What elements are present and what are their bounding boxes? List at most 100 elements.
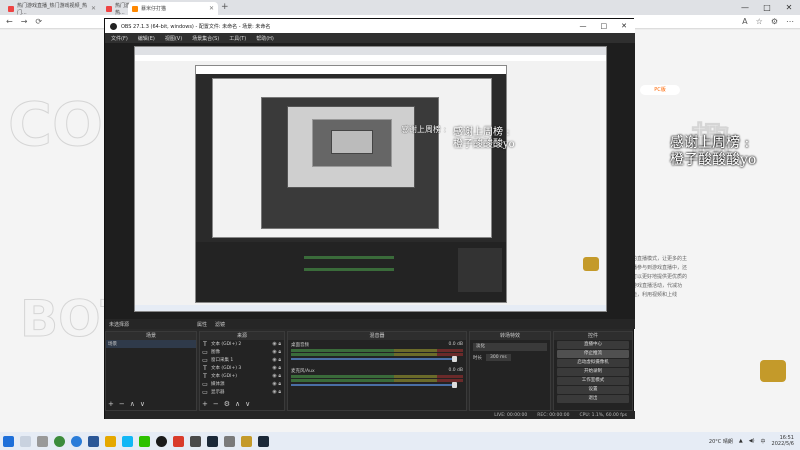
visibility-eye-icon[interactable]: ◉ 🔒︎	[272, 357, 284, 363]
visibility-eye-icon[interactable]: ◉ 🔒︎	[272, 365, 284, 371]
weather-widget[interactable]: 20°C 晴朗	[709, 438, 733, 445]
nested-addressbar	[135, 55, 606, 61]
store-icon[interactable]	[88, 435, 99, 447]
steam-icon[interactable]	[258, 435, 269, 447]
maximize-button[interactable]: □	[756, 0, 778, 15]
obs-source-toolbar: 未选择源 属性 滤镜	[105, 319, 635, 329]
chrome-icon[interactable]	[54, 435, 65, 447]
app-icon[interactable]	[224, 435, 235, 447]
add-scene-button[interactable]: +	[108, 400, 114, 408]
windows-taskbar: 20°C 晴朗 ▲ ◀) 中 16:51 2022/5/6	[0, 432, 800, 450]
explorer-icon[interactable]	[105, 435, 116, 447]
obs-taskbar-icon[interactable]	[156, 435, 167, 447]
properties-button[interactable]: 属性	[197, 321, 207, 328]
move-up-button[interactable]: ∧	[235, 400, 240, 408]
media-source-icon: ▭	[202, 380, 208, 388]
mixer-header: 混音器	[288, 332, 466, 340]
move-down-button[interactable]: ∨	[140, 400, 145, 408]
close-tab-icon[interactable]: ✕	[91, 5, 96, 12]
filters-button[interactable]: 滤镜	[215, 321, 225, 328]
close-window-button[interactable]: ✕	[778, 0, 800, 15]
volume-meter	[291, 375, 463, 378]
text-source-icon: T	[203, 340, 207, 348]
source-item[interactable]: T 文本 (GDI+) ◉ 🔒︎	[200, 372, 284, 380]
preview-overlay-line-2: 橙子酸酸酸yo	[453, 139, 515, 150]
visibility-eye-icon[interactable]: ◉ 🔒︎	[272, 349, 284, 355]
start-recording-button[interactable]: 开始录制	[557, 368, 629, 376]
obs-preview-canvas[interactable]: 感谢上周榜 : 感谢上周榜 : 橙子酸酸酸yo	[134, 46, 607, 312]
search-icon[interactable]	[20, 435, 31, 447]
menu-view[interactable]: 视图(V)	[165, 35, 182, 42]
settings-icon[interactable]: ⚙	[771, 17, 778, 26]
add-source-button[interactable]: +	[202, 400, 208, 408]
visibility-eye-icon[interactable]: ◉ 🔒︎	[272, 381, 284, 387]
menu-help[interactable]: 帮助(H)	[256, 35, 274, 42]
read-aloud-icon[interactable]: A	[742, 17, 747, 26]
input-language[interactable]: 中	[761, 438, 766, 445]
forward-icon[interactable]: →	[21, 17, 28, 26]
source-item[interactable]: ▭ 图像 ◉ 🔒︎	[200, 348, 284, 356]
favorite-icon[interactable]: ☆	[756, 17, 763, 26]
browser-tab-1[interactable]: 热门游戏直播_热门游戏视频_热门... ✕	[4, 2, 100, 16]
back-icon[interactable]: ←	[6, 17, 13, 26]
obs-preview-area: 感谢上周榜 : 感谢上周榜 : 橙子酸酸酸yo	[105, 43, 635, 319]
no-source-selected-label: 未选择源	[109, 321, 130, 328]
settings-button[interactable]: 设置	[557, 386, 629, 394]
source-item[interactable]: ▭ 显示器 ◉ 🔒︎	[200, 388, 284, 396]
start-virtual-camera-button[interactable]: 启动虚拟摄像机	[557, 359, 629, 367]
visibility-eye-icon[interactable]: ◉ 🔒︎	[272, 373, 284, 379]
menu-file[interactable]: 文件(F)	[111, 35, 128, 42]
new-tab-button[interactable]: +	[221, 2, 229, 12]
source-item[interactable]: ▭ 窗口采集 1 ◉ 🔒︎	[200, 356, 284, 364]
volume-icon[interactable]: ◀)	[749, 438, 755, 444]
obs-close-button[interactable]: ✕	[621, 22, 627, 30]
remove-scene-button[interactable]: −	[119, 400, 125, 408]
duration-label: 时长	[473, 355, 482, 361]
nested-capture-2: 感谢上周榜 :	[195, 65, 507, 303]
menu-edit[interactable]: 编辑(E)	[138, 35, 155, 42]
transition-type-select[interactable]: 淡化	[473, 343, 547, 351]
source-item[interactable]: T 文本 (GDI+) 2 ◉ 🔒︎	[200, 340, 284, 348]
studio-mode-button[interactable]: 工作室模式	[557, 377, 629, 385]
network-icon[interactable]: ▲	[739, 438, 743, 444]
obs-minimize-button[interactable]: —	[580, 22, 587, 30]
remove-source-button[interactable]: −	[213, 400, 219, 408]
source-item[interactable]: ▭ 媒体源 ◉ 🔒︎	[200, 380, 284, 388]
menu-scene-collection[interactable]: 场景集合(S)	[192, 35, 219, 42]
app-icon[interactable]	[173, 435, 184, 447]
duration-input[interactable]: 300 ms	[486, 354, 511, 361]
volume-slider[interactable]	[291, 382, 457, 388]
obs-titlebar: OBS 27.1.3 (64-bit, windows) - 配置文件: 未命名…	[105, 19, 635, 33]
app-icon[interactable]	[190, 435, 201, 447]
stop-streaming-button[interactable]: 停止推流	[557, 350, 629, 358]
visibility-eye-icon[interactable]: ◉ 🔒︎	[272, 341, 284, 347]
qq-icon[interactable]	[122, 435, 133, 447]
menu-tools[interactable]: 工具(T)	[229, 35, 246, 42]
system-tray: 20°C 晴朗 ▲ ◀) 中 16:51 2022/5/6	[709, 435, 800, 447]
start-icon[interactable]	[3, 435, 14, 447]
task-view-icon[interactable]	[37, 435, 48, 447]
edge-icon[interactable]	[71, 435, 82, 447]
clock[interactable]: 16:51 2022/5/6	[772, 435, 794, 447]
reload-icon[interactable]: ⟳	[35, 17, 42, 26]
pc-badge[interactable]: PC版	[640, 85, 680, 95]
volume-slider[interactable]	[291, 356, 457, 362]
obs-logo-icon	[110, 22, 117, 30]
visibility-eye-icon[interactable]: ◉ 🔒︎	[272, 389, 284, 395]
wechat-icon[interactable]	[139, 435, 150, 447]
browser-tab-3[interactable]: 暴米仔打猫 ✕	[128, 2, 218, 15]
obs-maximize-button[interactable]: □	[601, 22, 608, 30]
more-icon[interactable]: ⋯	[786, 17, 794, 26]
exit-button[interactable]: 退出	[557, 395, 629, 403]
move-up-button[interactable]: ∧	[130, 400, 135, 408]
steam-icon[interactable]	[207, 435, 218, 447]
move-down-button[interactable]: ∨	[245, 400, 250, 408]
source-item[interactable]: T 文本 (GDI+) 3 ◉ 🔒︎	[200, 364, 284, 372]
obs-status-bar: LIVE: 00:00:00 REC: 00:00:00 CPU: 1.1%, …	[105, 411, 635, 419]
game-icon[interactable]	[241, 435, 252, 447]
minimize-button[interactable]: —	[734, 0, 756, 15]
scene-item[interactable]: 场景	[106, 340, 196, 348]
studio-center-button[interactable]: 直播中心	[557, 341, 629, 349]
source-settings-button[interactable]: ⚙	[224, 400, 230, 408]
close-tab-icon[interactable]: ✕	[209, 5, 214, 12]
